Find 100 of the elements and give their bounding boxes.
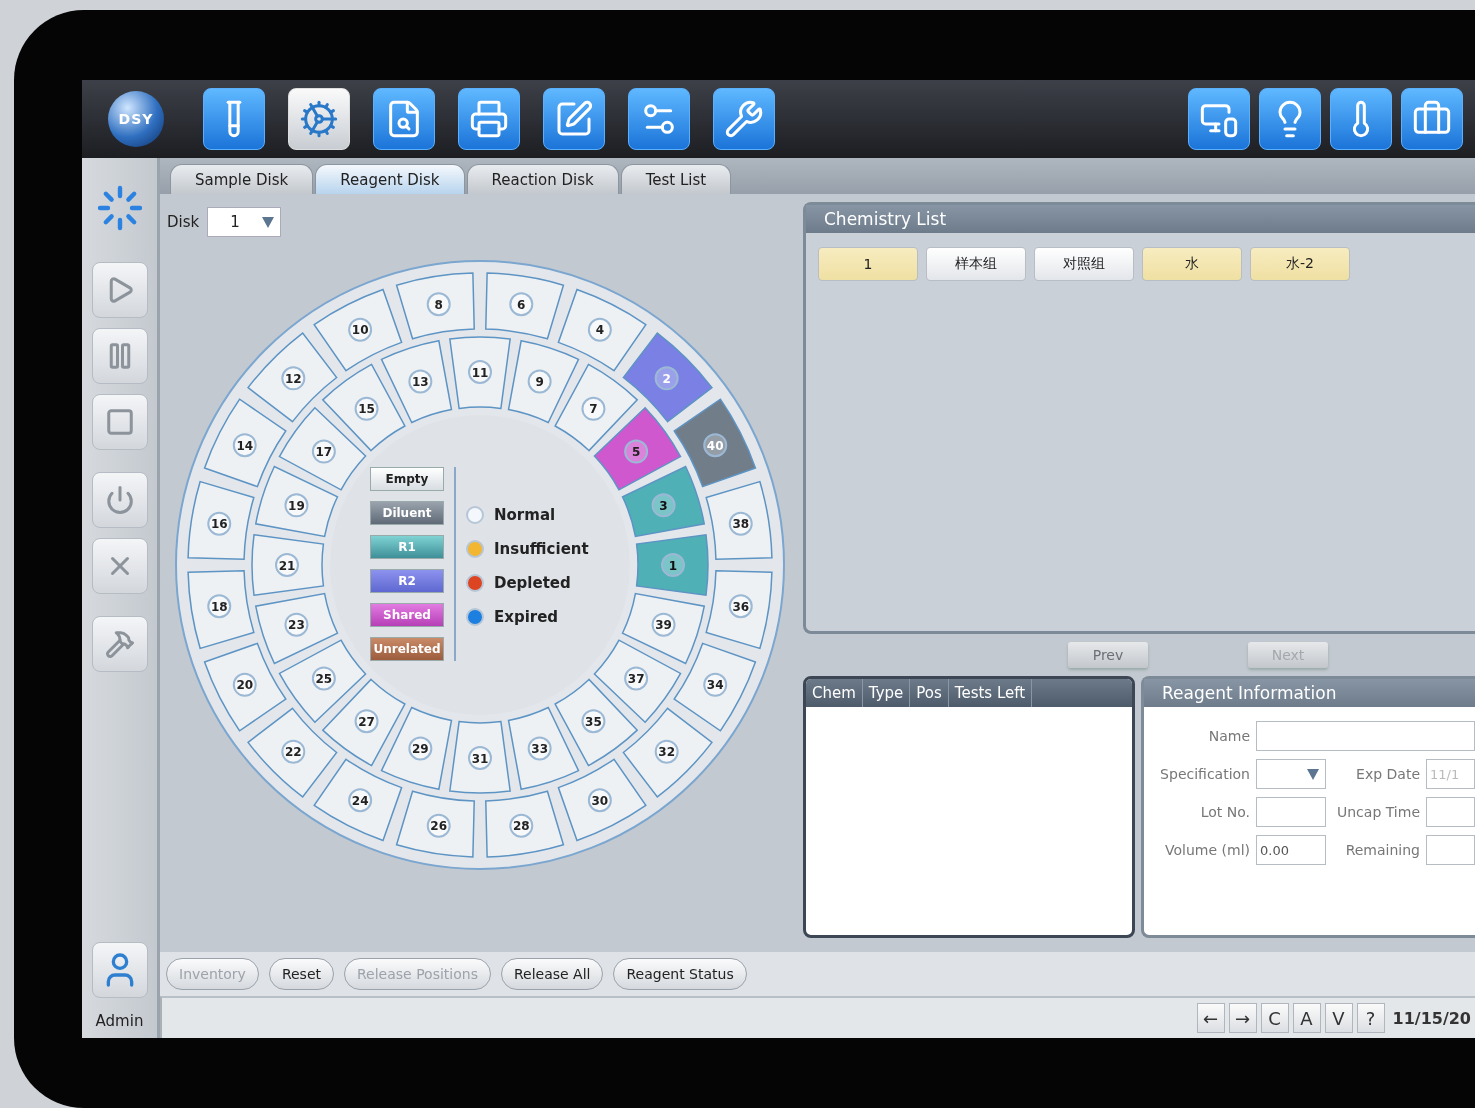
reagent-slot[interactable]: 28 xyxy=(485,790,565,858)
reagent-slot[interactable]: 18 xyxy=(187,570,255,650)
toolbar-button[interactable] xyxy=(288,88,350,150)
toolbar-button[interactable] xyxy=(203,88,265,150)
input-field[interactable]: 0.00 xyxy=(1256,835,1326,865)
reagent-slot[interactable]: 38 xyxy=(705,480,773,560)
toolbar-button[interactable] xyxy=(713,88,775,150)
spinner-icon xyxy=(95,184,144,232)
specification-select[interactable] xyxy=(1256,759,1326,789)
reagent-slot[interactable]: 16 xyxy=(187,480,255,560)
slot-number: 26 xyxy=(430,819,448,834)
key-button[interactable]: V xyxy=(1324,1003,1353,1033)
status-label: Normal xyxy=(494,506,556,524)
input-field[interactable] xyxy=(1256,797,1326,827)
reagent-slot[interactable]: 23 xyxy=(255,592,339,665)
reagent-slot[interactable]: 36 xyxy=(705,570,773,650)
key-button[interactable]: → xyxy=(1228,1003,1257,1033)
slot-number: 18 xyxy=(210,599,228,614)
sidebar-button[interactable] xyxy=(91,328,148,384)
reagent-slot[interactable]: 8 xyxy=(395,272,475,340)
tab[interactable]: Reagent Disk xyxy=(315,164,465,194)
chemistry-button[interactable]: 1 xyxy=(818,247,918,281)
reagent-slot[interactable]: 26 xyxy=(395,790,475,858)
sidebar-button[interactable] xyxy=(91,262,148,318)
action-button[interactable]: Reagent Status xyxy=(613,958,747,990)
panel-title: Chemistry List xyxy=(806,205,1475,233)
sidebar-button[interactable] xyxy=(91,394,148,450)
input-field[interactable] xyxy=(1426,835,1475,865)
toolbar-button[interactable] xyxy=(373,88,435,150)
reagent-slot[interactable]: 13 xyxy=(380,340,453,424)
reagent-slot[interactable]: 11 xyxy=(449,336,511,410)
reagent-slot[interactable]: 6 xyxy=(485,272,565,340)
input-field[interactable] xyxy=(1256,721,1475,751)
column-header: Chem xyxy=(806,679,863,707)
field-label: Exp Date xyxy=(1355,766,1420,782)
slot-number: 3 xyxy=(659,498,668,513)
action-button[interactable]: Reset xyxy=(268,958,334,990)
slot-number: 22 xyxy=(284,745,302,760)
input-field[interactable]: 11/1 xyxy=(1426,759,1475,789)
toolbar-button[interactable] xyxy=(1259,88,1321,150)
toolbar-button[interactable] xyxy=(628,88,690,150)
legend-swatch: Shared xyxy=(370,603,444,627)
toolbar-button[interactable] xyxy=(1330,88,1392,150)
reagent-slot[interactable]: 1 xyxy=(635,534,709,596)
field-label: Lot No. xyxy=(1199,804,1250,820)
chemistry-button[interactable]: 水-2 xyxy=(1250,247,1350,281)
tab[interactable]: Reaction Disk xyxy=(466,164,619,194)
slot-number: 38 xyxy=(732,517,750,532)
slot-number: 11 xyxy=(471,365,489,380)
slot-number: 13 xyxy=(412,374,429,389)
pager-button[interactable]: Prev xyxy=(1068,642,1148,668)
disk-label: Disk xyxy=(167,213,200,231)
printer-icon xyxy=(469,99,509,139)
key-button[interactable]: ← xyxy=(1196,1003,1225,1033)
slot-number: 23 xyxy=(288,618,305,633)
toolbar-button[interactable] xyxy=(458,88,520,150)
date-text: 11/15/20 xyxy=(1392,1008,1471,1028)
power-icon xyxy=(104,485,135,515)
sidebar-button[interactable] xyxy=(91,538,148,594)
tab[interactable]: Test List xyxy=(620,164,732,194)
legend-swatch: R2 xyxy=(370,569,444,593)
wrench-icon xyxy=(724,99,764,139)
reagent-slot[interactable]: 21 xyxy=(251,534,325,596)
slot-number: 29 xyxy=(412,742,429,757)
slot-number: 4 xyxy=(595,323,605,338)
legend-swatch: Empty xyxy=(370,467,444,491)
key-button[interactable]: ? xyxy=(1356,1003,1385,1033)
stop-icon xyxy=(104,407,135,437)
field-label: Volume (ml) xyxy=(1164,842,1250,858)
legend-swatch: Unrelated xyxy=(370,637,444,661)
gear-icon xyxy=(299,99,339,139)
sidebar-button[interactable] xyxy=(91,616,148,672)
input-field[interactable] xyxy=(1426,797,1475,827)
reagent-slot[interactable]: 33 xyxy=(507,706,580,790)
toolbar-button[interactable] xyxy=(543,88,605,150)
slot-number: 14 xyxy=(236,438,254,453)
action-button[interactable]: Release All xyxy=(500,958,604,990)
slot-number: 24 xyxy=(351,793,369,808)
slot-number: 20 xyxy=(236,678,254,693)
tab[interactable]: Sample Disk xyxy=(170,164,314,194)
reagent-slot[interactable]: 31 xyxy=(449,720,511,794)
chemistry-button[interactable]: 水 xyxy=(1142,247,1242,281)
key-button[interactable]: C xyxy=(1260,1003,1289,1033)
column-header: Pos xyxy=(910,679,949,707)
disk-select[interactable]: 1 xyxy=(207,207,282,237)
slot-number: 12 xyxy=(284,371,302,386)
slot-number: 2 xyxy=(662,371,671,386)
slot-number: 19 xyxy=(288,498,305,513)
user-button[interactable] xyxy=(91,942,148,998)
sidebar-button[interactable] xyxy=(91,472,148,528)
legend-swatch: R1 xyxy=(370,535,444,559)
toolbar-button[interactable] xyxy=(1188,88,1250,150)
slot-number: 16 xyxy=(210,517,228,532)
slot-number: 30 xyxy=(591,793,609,808)
chemistry-button[interactable]: 样本组 xyxy=(926,247,1026,281)
toolbar-button[interactable] xyxy=(1401,88,1463,150)
reagent-slot[interactable]: 3 xyxy=(621,465,705,538)
key-button[interactable]: A xyxy=(1292,1003,1321,1033)
chemistry-button[interactable]: 对照组 xyxy=(1034,247,1134,281)
field-label: Remaining xyxy=(1344,842,1420,858)
